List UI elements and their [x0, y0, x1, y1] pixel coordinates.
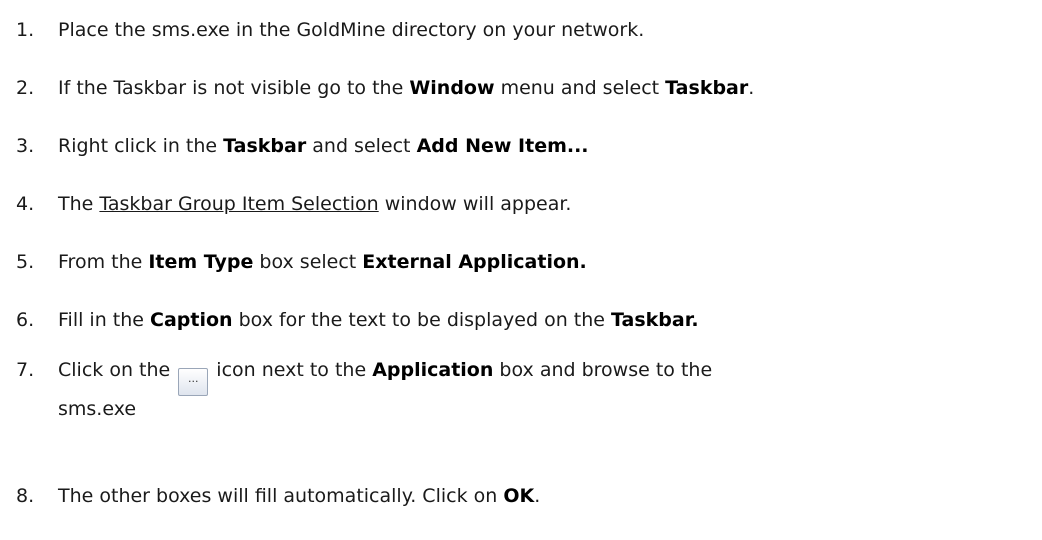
step-number: 1. [16, 19, 35, 41]
step-text: menu and select [494, 77, 666, 99]
step-text: box select [253, 251, 363, 273]
step-number: 4. [16, 193, 35, 215]
step-text: window will appear. [378, 193, 572, 215]
step-text-continued: sms.exe [58, 398, 137, 420]
step-text: If the Taskbar is not visible go to the [58, 77, 410, 99]
menu-item-add-new-item: Add New Item... [416, 135, 589, 157]
step-5: 5. From the Item Type box select External… [16, 249, 1026, 276]
step-4: 4. The Taskbar Group Item Selection windo… [16, 191, 1026, 218]
field-name-caption: Caption [150, 309, 233, 331]
step-text: From the [58, 251, 149, 273]
step-text: and select [306, 135, 417, 157]
option-external-application: External Application. [362, 251, 587, 273]
step-text: icon next to the [210, 359, 373, 381]
step-number: 8. [16, 485, 35, 507]
step-6: 6. Fill in the Caption box for the text t… [16, 307, 1026, 334]
ui-term-taskbar: Taskbar. [611, 309, 699, 331]
step-number: 5. [16, 251, 35, 273]
ui-term-taskbar: Taskbar [223, 135, 307, 157]
step-text: box for the text to be displayed on the [232, 309, 611, 331]
menu-name-window: Window [409, 77, 495, 99]
ellipsis-browse-button-icon[interactable]: ... [178, 368, 209, 396]
step-text: Fill in the [58, 309, 151, 331]
menu-item-taskbar: Taskbar [665, 77, 749, 99]
step-text: box and browse to the [493, 359, 713, 381]
step-text: The [58, 193, 100, 215]
button-name-ok: OK [503, 485, 535, 507]
step-3: 3. Right click in the Taskbar and select … [16, 133, 1026, 160]
step-text: Place the sms.exe in the GoldMine direct… [58, 19, 645, 41]
step-text: . [748, 77, 755, 99]
step-number: 3. [16, 135, 35, 157]
step-number: 7. [16, 359, 35, 381]
window-name-link[interactable]: Taskbar Group Item Selection [99, 193, 378, 215]
step-text: Right click in the [58, 135, 224, 157]
step-2: 2. If the Taskbar is not visible go to th… [16, 75, 1026, 102]
step-number: 2. [16, 77, 35, 99]
step-number: 6. [16, 309, 35, 331]
step-7: 7. Click on the ... icon next to the Appl… [16, 357, 1026, 423]
step-text: Click on the [58, 359, 177, 381]
step-text: . [534, 485, 541, 507]
step-8: 8. The other boxes will fill automaticall… [16, 483, 1026, 510]
field-name-application: Application [372, 359, 494, 381]
step-text: The other boxes will fill automatically.… [58, 485, 504, 507]
field-name-item-type: Item Type [148, 251, 254, 273]
step-1: 1. Place the sms.exe in the GoldMine dire… [16, 17, 1026, 44]
